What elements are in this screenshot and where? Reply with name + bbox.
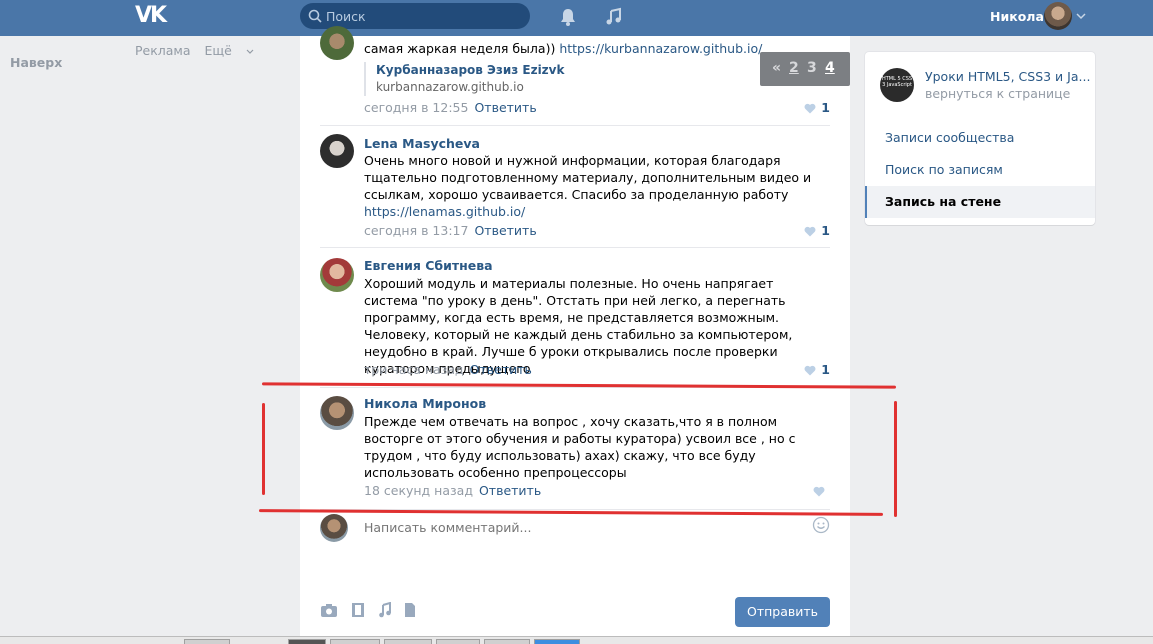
camera-icon[interactable] (320, 602, 338, 621)
pagination: « 2 3 4 (760, 52, 850, 86)
taskbar-button[interactable] (384, 639, 432, 644)
scroll-up-link[interactable]: Наверх (10, 55, 62, 70)
more-link[interactable]: Ещё (205, 43, 254, 58)
comment-time: сегодня в 12:55 (364, 100, 469, 115)
taskbar-button[interactable] (436, 639, 480, 644)
comment-text: Прежде чем отвечать на вопрос , хочу ска… (364, 414, 796, 480)
comment-author[interactable]: Lena Masycheva (364, 136, 480, 151)
chevron-down-icon (246, 49, 254, 54)
menu-item-wall-post[interactable]: Запись на стене (865, 186, 1095, 218)
menu-item-community-posts[interactable]: Записи сообщества (865, 122, 1095, 154)
taskbar-button[interactable] (534, 639, 580, 644)
comments-panel: самая жаркая неделя была)) https://kurba… (300, 26, 850, 644)
comment-input[interactable] (364, 520, 764, 535)
vk-logo-icon[interactable]: VK (135, 5, 169, 27)
comment-link[interactable]: https://lenamas.github.io/ (364, 204, 525, 219)
taskbar-button[interactable] (484, 639, 530, 644)
chevron-down-icon[interactable] (1076, 12, 1086, 20)
reply-button[interactable]: Ответить (479, 483, 541, 498)
audio-icon[interactable] (378, 601, 392, 621)
heart-icon (804, 365, 816, 376)
back-to-page-link[interactable]: вернуться к странице (925, 86, 1070, 101)
comment-time: сегодня в 13:17 (364, 223, 469, 238)
like-button[interactable]: 1 (804, 100, 830, 115)
avatar[interactable] (320, 258, 354, 292)
comment-text: самая жаркая неделя была)) https://kurba… (364, 41, 763, 56)
comment-meta: 18 секунд назад Ответить (364, 483, 541, 498)
comment-item: Никола Миронов Прежде чем отвечать на во… (320, 388, 830, 510)
pager-page-2[interactable]: 2 (789, 60, 799, 76)
comment-item: самая жаркая неделя была)) https://kurba… (320, 0, 830, 126)
smile-icon[interactable] (812, 516, 830, 534)
heart-icon (804, 226, 816, 237)
comment-author[interactable]: Никола Миронов (364, 396, 486, 411)
group-title[interactable]: Уроки HTML5, CSS3 и Ja... (925, 69, 1090, 84)
reply-button[interactable]: Ответить (474, 100, 536, 115)
document-icon[interactable] (404, 602, 416, 621)
menu-item-search-posts[interactable]: Поиск по записям (865, 154, 1095, 186)
taskbar-button[interactable] (330, 639, 380, 644)
annotation-right-line (894, 401, 897, 517)
comment-author[interactable]: Евгения Сбитнева (364, 258, 493, 273)
preview-url: kurbannazarow.github.io (376, 80, 524, 94)
comment-composer (320, 514, 830, 550)
avatar[interactable] (320, 134, 354, 168)
footer-links: Реклама Ещё (135, 43, 264, 58)
taskbar-button[interactable] (184, 639, 230, 644)
send-button[interactable]: Отправить (735, 597, 830, 627)
ads-link[interactable]: Реклама (135, 43, 191, 58)
comment-text: Очень много новой и нужной информации, к… (364, 153, 812, 219)
comment-time: 18 секунд назад (364, 483, 473, 498)
heart-icon (813, 486, 825, 497)
preview-title: Курбанназаров Эзиз Ezizvk (376, 63, 565, 77)
avatar[interactable] (320, 396, 354, 430)
video-icon[interactable] (350, 602, 366, 621)
comment-meta: сегодня в 13:17 Ответить (364, 223, 537, 238)
comment-time: три часа назад (364, 362, 464, 377)
comment-item: Евгения Сбитнева Хороший модуль и матери… (320, 248, 830, 388)
group-avatar[interactable]: HTML 5 CSS 3 JavaScript (880, 68, 914, 102)
avatar[interactable] (320, 26, 354, 60)
pager-prev[interactable]: « (772, 60, 781, 76)
pager-page-3[interactable]: 3 (807, 60, 817, 76)
attachments-bar (320, 601, 430, 622)
reply-button[interactable]: Ответить (474, 223, 536, 238)
user-avatar[interactable] (1044, 2, 1072, 30)
like-button[interactable]: 1 (804, 223, 830, 238)
link-preview[interactable]: Курбанназаров Эзиз Ezizvk kurbannazarow.… (364, 62, 564, 96)
comment-item: Lena Masycheva Очень много новой и нужно… (320, 126, 830, 248)
avatar (320, 514, 348, 542)
like-button[interactable] (813, 483, 830, 498)
taskbar-button[interactable] (288, 639, 326, 644)
right-menu: HTML 5 CSS 3 JavaScript Уроки HTML5, CSS… (865, 52, 1095, 225)
heart-icon (804, 103, 816, 114)
pager-page-4[interactable]: 4 (825, 60, 835, 76)
reply-button[interactable]: Ответить (470, 362, 532, 377)
annotation-left-line (262, 403, 265, 495)
comment-link[interactable]: https://kurbannazarow.github.io/ (559, 41, 762, 56)
user-name[interactable]: Никола (990, 9, 1044, 24)
comment-meta: три часа назад Ответить (364, 362, 532, 377)
comment-meta: сегодня в 12:55 Ответить (364, 100, 537, 115)
like-button[interactable]: 1 (804, 362, 830, 377)
taskbar (0, 636, 1153, 644)
